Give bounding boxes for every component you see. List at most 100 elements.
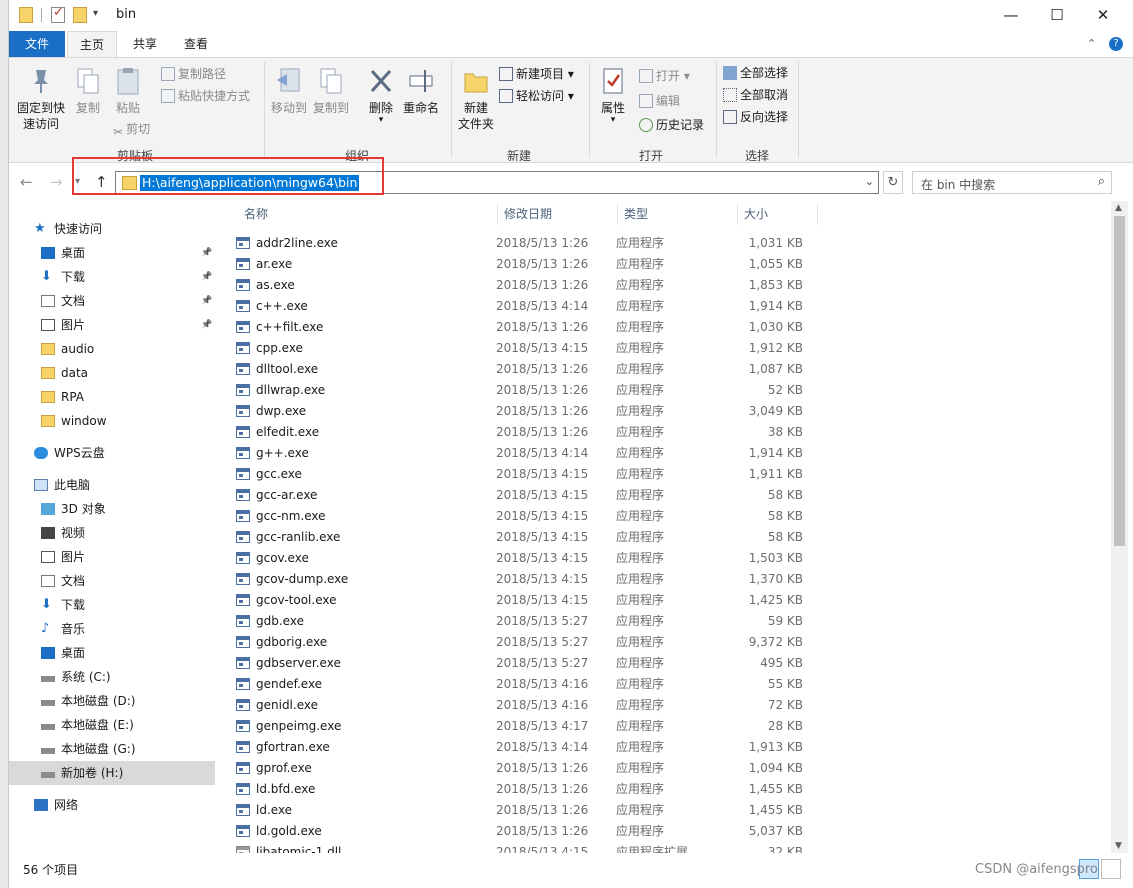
new-item-button[interactable]: 新建项目 ▾: [499, 64, 574, 84]
table-row[interactable]: gcc-ranlib.exe 2018/5/13 4:15 应用程序 58 KB: [218, 527, 1111, 548]
copy-button[interactable]: 复制: [71, 66, 105, 116]
vertical-scrollbar[interactable]: ▲ ▼: [1111, 201, 1128, 853]
table-row[interactable]: gdborig.exe 2018/5/13 5:27 应用程序 9,372 KB: [218, 632, 1111, 653]
pin-icon[interactable]: 📌: [201, 313, 212, 337]
sidebar-item[interactable]: 图片 📌: [9, 313, 215, 337]
sidebar-item[interactable]: ★ 快速访问: [9, 217, 215, 241]
maximize-button[interactable]: ☐: [1034, 0, 1080, 31]
table-row[interactable]: genpeimg.exe 2018/5/13 4:17 应用程序 28 KB: [218, 716, 1111, 737]
rename-button[interactable]: 重命名: [401, 66, 441, 116]
sidebar-item[interactable]: audio: [9, 337, 215, 361]
sidebar-item[interactable]: 本地磁盘 (E:): [9, 713, 215, 737]
sidebar-item[interactable]: 文档: [9, 569, 215, 593]
table-row[interactable]: elfedit.exe 2018/5/13 1:26 应用程序 38 KB: [218, 422, 1111, 443]
pin-icon[interactable]: 📌: [201, 265, 212, 289]
column-header-date[interactable]: 修改日期: [504, 201, 552, 227]
properties-button[interactable]: 属性 ▾: [595, 66, 631, 125]
tab-view[interactable]: 查看: [172, 31, 220, 57]
sidebar-item[interactable]: 桌面: [9, 641, 215, 665]
table-row[interactable]: gcov-tool.exe 2018/5/13 4:15 应用程序 1,425 KB: [218, 590, 1111, 611]
paste-button[interactable]: 粘贴: [111, 66, 145, 116]
sidebar-item[interactable]: 3D 对象: [9, 497, 215, 521]
sidebar-item[interactable]: window: [9, 409, 215, 433]
sidebar-item[interactable]: 文档 📌: [9, 289, 215, 313]
sidebar-item[interactable]: WPS云盘: [9, 441, 215, 465]
table-row[interactable]: dlltool.exe 2018/5/13 1:26 应用程序 1,087 KB: [218, 359, 1111, 380]
table-row[interactable]: gcc.exe 2018/5/13 4:15 应用程序 1,911 KB: [218, 464, 1111, 485]
back-arrow-icon[interactable]: ←: [20, 173, 33, 191]
table-row[interactable]: gfortran.exe 2018/5/13 4:14 应用程序 1,913 KB: [218, 737, 1111, 758]
new-folder-quick-icon[interactable]: [73, 7, 87, 23]
sidebar-item[interactable]: ⬇ 下载 📌: [9, 265, 215, 289]
easy-access-button[interactable]: 轻松访问 ▾: [499, 86, 574, 106]
divider[interactable]: [737, 203, 738, 225]
table-row[interactable]: as.exe 2018/5/13 1:26 应用程序 1,853 KB: [218, 275, 1111, 296]
collapse-ribbon-icon[interactable]: ⌃: [1087, 37, 1096, 50]
new-folder-button[interactable]: 新建 文件夹: [455, 66, 497, 132]
table-row[interactable]: ld.bfd.exe 2018/5/13 1:26 应用程序 1,455 KB: [218, 779, 1111, 800]
sidebar-item[interactable]: 桌面 📌: [9, 241, 215, 265]
column-header-type[interactable]: 类型: [624, 201, 648, 227]
customize-toolbar-icon[interactable]: ▾: [93, 8, 98, 19]
table-row[interactable]: gcc-ar.exe 2018/5/13 4:15 应用程序 58 KB: [218, 485, 1111, 506]
copy-path-button[interactable]: 复制路径: [161, 64, 226, 84]
large-icons-view-icon[interactable]: [1101, 859, 1121, 879]
column-header-name[interactable]: 名称: [244, 201, 268, 227]
history-button[interactable]: 历史记录: [639, 115, 704, 135]
delete-button[interactable]: 删除 ▾: [363, 66, 399, 125]
table-row[interactable]: gdb.exe 2018/5/13 5:27 应用程序 59 KB: [218, 611, 1111, 632]
forward-arrow-icon[interactable]: →: [50, 173, 63, 191]
pin-icon[interactable]: 📌: [201, 289, 212, 313]
column-header-size[interactable]: 大小: [744, 201, 768, 227]
table-row[interactable]: libatomic-1.dll 2018/5/13 4:15 应用程序扩展 32 KB: [218, 842, 1111, 853]
scroll-up-icon[interactable]: ▲: [1115, 203, 1122, 213]
search-icon[interactable]: ⌕: [1098, 174, 1105, 189]
sidebar-item[interactable]: data: [9, 361, 215, 385]
open-button[interactable]: 打开 ▾: [639, 66, 690, 86]
table-row[interactable]: cpp.exe 2018/5/13 4:15 应用程序 1,912 KB: [218, 338, 1111, 359]
table-row[interactable]: ld.exe 2018/5/13 1:26 应用程序 1,455 KB: [218, 800, 1111, 821]
divider[interactable]: [497, 203, 498, 225]
sidebar-item[interactable]: 网络: [9, 793, 215, 817]
invert-selection-button[interactable]: 反向选择: [723, 107, 788, 127]
divider[interactable]: [817, 203, 818, 225]
close-button[interactable]: ✕: [1080, 0, 1126, 31]
copy-to-button[interactable]: 复制到: [311, 66, 351, 116]
properties-quick-icon[interactable]: [51, 5, 65, 23]
tab-file[interactable]: 文件: [9, 31, 65, 57]
search-input[interactable]: 在 bin 中搜索 ⌕: [912, 171, 1112, 194]
sidebar-item[interactable]: 图片: [9, 545, 215, 569]
table-row[interactable]: gcov-dump.exe 2018/5/13 4:15 应用程序 1,370 KB: [218, 569, 1111, 590]
refresh-icon[interactable]: ↻: [883, 171, 903, 194]
table-row[interactable]: gcc-nm.exe 2018/5/13 4:15 应用程序 58 KB: [218, 506, 1111, 527]
sidebar-item[interactable]: 新加卷 (H:): [9, 761, 215, 785]
sidebar-item[interactable]: RPA: [9, 385, 215, 409]
table-row[interactable]: dllwrap.exe 2018/5/13 1:26 应用程序 52 KB: [218, 380, 1111, 401]
sidebar-item[interactable]: 本地磁盘 (G:): [9, 737, 215, 761]
sidebar-item[interactable]: 视频: [9, 521, 215, 545]
properties-dropdown-icon[interactable]: ▾: [595, 116, 631, 125]
table-row[interactable]: dwp.exe 2018/5/13 1:26 应用程序 3,049 KB: [218, 401, 1111, 422]
scroll-down-icon[interactable]: ▼: [1115, 841, 1122, 851]
divider[interactable]: [617, 203, 618, 225]
paste-shortcut-button[interactable]: 粘贴快捷方式: [161, 86, 250, 106]
table-row[interactable]: ar.exe 2018/5/13 1:26 应用程序 1,055 KB: [218, 254, 1111, 275]
address-dropdown-icon[interactable]: ⌄: [865, 175, 874, 188]
move-to-button[interactable]: 移动到: [269, 66, 309, 116]
minimize-button[interactable]: —: [988, 0, 1034, 31]
table-row[interactable]: ld.gold.exe 2018/5/13 1:26 应用程序 5,037 KB: [218, 821, 1111, 842]
tab-share[interactable]: 共享: [121, 31, 169, 57]
table-row[interactable]: gdbserver.exe 2018/5/13 5:27 应用程序 495 KB: [218, 653, 1111, 674]
sidebar-item[interactable]: ⬇ 下载: [9, 593, 215, 617]
select-none-button[interactable]: 全部取消: [723, 85, 788, 105]
sidebar-item[interactable]: ♪ 音乐: [9, 617, 215, 641]
edit-button[interactable]: 编辑: [639, 91, 680, 111]
table-row[interactable]: gprof.exe 2018/5/13 1:26 应用程序 1,094 KB: [218, 758, 1111, 779]
table-row[interactable]: genidl.exe 2018/5/13 4:16 应用程序 72 KB: [218, 695, 1111, 716]
delete-dropdown-icon[interactable]: ▾: [363, 116, 399, 125]
help-icon[interactable]: ?: [1109, 37, 1123, 51]
table-row[interactable]: gendef.exe 2018/5/13 4:16 应用程序 55 KB: [218, 674, 1111, 695]
select-all-button[interactable]: 全部选择: [723, 63, 788, 83]
cut-button[interactable]: ✂ 剪切: [113, 119, 150, 139]
table-row[interactable]: c++.exe 2018/5/13 4:14 应用程序 1,914 KB: [218, 296, 1111, 317]
